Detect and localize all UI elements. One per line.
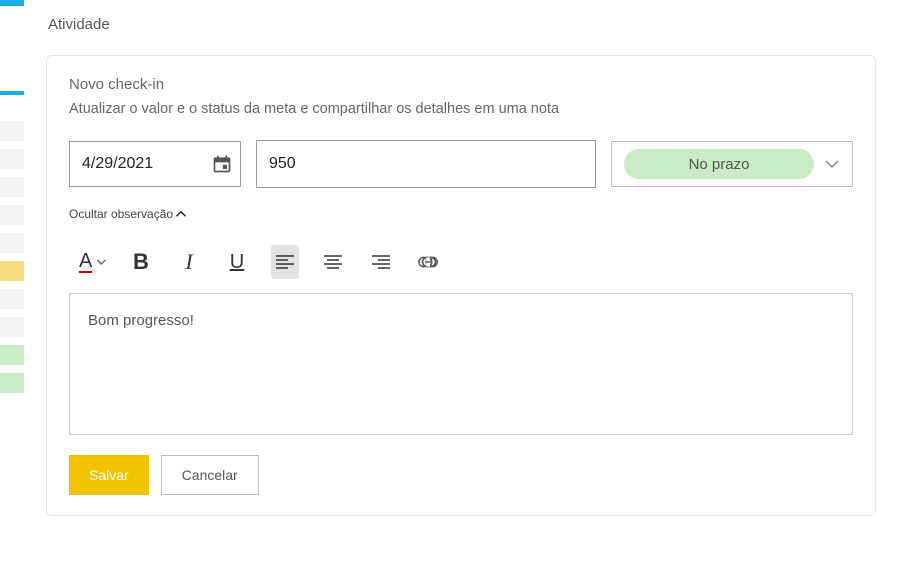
- status-pill: No prazo: [624, 149, 814, 179]
- italic-button[interactable]: I: [175, 245, 203, 279]
- chevron-down-icon: [824, 156, 840, 172]
- editor-toolbar: A B I U: [69, 245, 853, 279]
- font-color-icon: A: [79, 252, 92, 273]
- note-textarea[interactable]: Bom progresso!: [69, 293, 853, 435]
- value-input[interactable]: [257, 141, 595, 187]
- hide-note-label: Ocultar observação: [69, 207, 173, 221]
- link-icon: [418, 255, 440, 269]
- align-right-icon: [372, 254, 390, 270]
- date-input[interactable]: 4/29/2021: [69, 141, 241, 187]
- calendar-icon[interactable]: [212, 154, 232, 174]
- chevron-up-icon: [175, 208, 187, 220]
- align-center-button[interactable]: [319, 245, 347, 279]
- bold-button[interactable]: B: [127, 245, 155, 279]
- hide-note-toggle[interactable]: Ocultar observação: [69, 207, 187, 221]
- new-checkin-card: Novo check-in Atualizar o valor e o stat…: [46, 55, 876, 516]
- status-dropdown[interactable]: No prazo: [611, 141, 853, 187]
- align-left-icon: [276, 254, 294, 270]
- save-button[interactable]: Salvar: [69, 455, 149, 495]
- align-left-button[interactable]: [271, 245, 299, 279]
- font-color-button[interactable]: A: [79, 245, 107, 279]
- cancel-button[interactable]: Cancelar: [161, 455, 259, 495]
- card-subtitle: Atualizar o valor e o status da meta e c…: [69, 101, 853, 117]
- underline-button[interactable]: U: [223, 245, 251, 279]
- status-label: No prazo: [689, 156, 750, 173]
- date-value: 4/29/2021: [82, 155, 153, 173]
- card-title: Novo check-in: [69, 76, 853, 93]
- chevron-down-icon: [96, 256, 107, 268]
- align-right-button[interactable]: [367, 245, 395, 279]
- link-button[interactable]: [415, 245, 443, 279]
- align-center-icon: [324, 254, 342, 270]
- sidebar-ruler: [0, 0, 24, 583]
- section-heading-activity: Atividade: [48, 16, 876, 33]
